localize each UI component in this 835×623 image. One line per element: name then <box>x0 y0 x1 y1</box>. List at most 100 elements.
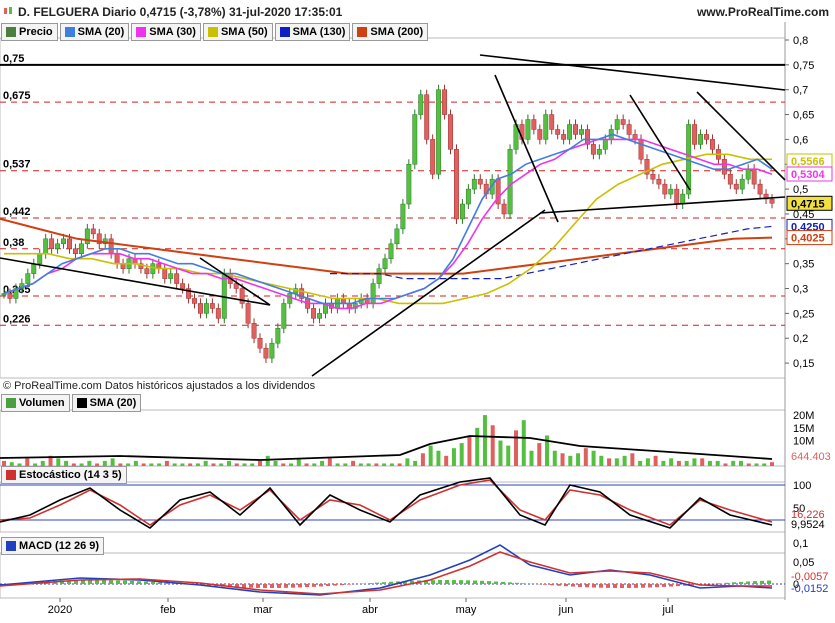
macd-hist-bar <box>305 584 309 587</box>
price-legend-label: SMA (50) <box>221 26 268 38</box>
price-tag-label: 0,5566 <box>791 156 825 168</box>
y-tick-label: 0,35 <box>793 259 814 271</box>
candle-body <box>734 184 738 189</box>
site-link[interactable]: www.ProRealTime.com <box>697 5 829 19</box>
volume-bar <box>336 463 340 466</box>
macd-hist-bar <box>760 581 764 584</box>
price-legend: Precio SMA (20) SMA (30) SMA (50) SMA (130)S… <box>1 23 428 41</box>
volume-bar <box>483 415 487 466</box>
volume-bar <box>211 463 215 466</box>
macd-hist-bar <box>557 584 561 586</box>
stoch-last-label: 9,9524 <box>791 519 825 531</box>
volume-bar <box>111 458 115 466</box>
volume-bar <box>731 461 735 466</box>
y-tick-label: 0,7 <box>793 85 808 97</box>
candle-body <box>407 164 411 204</box>
macd-hist-bar <box>662 584 666 587</box>
candle-body <box>680 194 684 204</box>
candle-body <box>198 303 202 313</box>
candle-body <box>145 269 149 274</box>
level-label: 0,442 <box>3 206 31 218</box>
y-tick-label: 0,25 <box>793 308 814 320</box>
volume-legend-item[interactable]: SMA (20) <box>72 394 142 412</box>
price-legend-label: SMA (30) <box>149 26 196 38</box>
volume-bar <box>312 463 316 466</box>
volume-bar <box>700 458 704 466</box>
chart-type-icon[interactable] <box>3 6 14 16</box>
macd-hist-bar <box>249 584 253 588</box>
x-tick-label: may <box>456 604 477 616</box>
macd-hist-bar <box>515 583 519 584</box>
candle-body <box>234 284 238 289</box>
macd-tick-label: 0,05 <box>793 557 814 569</box>
volume-bar <box>274 461 278 466</box>
level-label: 0,38 <box>3 237 24 249</box>
macd-last-label: -0,0152 <box>791 583 828 595</box>
candle-body <box>615 120 619 130</box>
volume-bar <box>708 461 712 466</box>
volume-legend-swatch <box>6 398 16 408</box>
volume-bar <box>157 463 161 466</box>
volume-bar <box>491 425 495 466</box>
volume-bar <box>467 435 471 466</box>
macd-hist-bar <box>501 582 505 584</box>
y-tick-label: 0,75 <box>793 60 814 72</box>
volume-legend-item[interactable]: Volumen <box>1 394 70 412</box>
volume-bar <box>669 458 673 466</box>
price-legend-item[interactable]: SMA (50) <box>203 23 273 41</box>
price-legend-label: SMA (20) <box>78 26 125 38</box>
candle-body <box>573 125 577 135</box>
macd-hist-bar <box>592 584 596 588</box>
macd-hist-bar <box>627 584 631 588</box>
candle-body <box>67 239 71 249</box>
volume-bar <box>374 463 378 466</box>
candle-body <box>627 125 631 135</box>
volume-bar <box>359 463 363 466</box>
volume-bar <box>188 463 192 466</box>
sma30-line <box>4 139 772 308</box>
price-legend-item[interactable]: SMA (30) <box>131 23 201 41</box>
candle-body <box>692 125 696 145</box>
x-tick-label: feb <box>160 604 175 616</box>
trend-line <box>312 210 545 376</box>
macd-hist-bar <box>109 580 113 584</box>
volume-bar <box>716 461 720 466</box>
y-tick-label: 0,5 <box>793 184 808 196</box>
candle-body <box>26 274 30 284</box>
volume-bar <box>654 456 658 466</box>
candle-body <box>413 115 417 165</box>
macd-hist-bar <box>291 584 295 588</box>
volume-bar <box>475 428 479 466</box>
stoch-signal-line <box>0 480 772 525</box>
candle-body <box>508 149 512 214</box>
x-tick-label: mar <box>254 604 273 616</box>
data-source-note: © ProRealTime.com Datos históricos ajust… <box>3 380 315 392</box>
candle-body <box>61 239 65 244</box>
x-tick-label: jul <box>661 604 673 616</box>
volume-bar <box>568 456 572 466</box>
volume-bar <box>770 462 774 466</box>
volume-bar <box>692 458 696 466</box>
macd-hist-bar <box>382 582 386 584</box>
candle-body <box>550 115 554 130</box>
volume-bar <box>142 463 146 466</box>
price-legend-item[interactable]: SMA (130) <box>275 23 351 41</box>
macd-hist-bar <box>606 584 610 588</box>
macd-hist-bar <box>725 583 729 584</box>
volume-bar <box>25 458 29 466</box>
stoch-legend-item[interactable]: Estocástico (14 3 5) <box>1 466 127 484</box>
macd-hist-bar <box>452 580 456 584</box>
price-legend-item[interactable]: SMA (200) <box>352 23 428 41</box>
price-legend-item[interactable]: Precio <box>1 23 58 41</box>
macd-hist-bar <box>256 584 260 588</box>
price-tag-label: 0,4025 <box>791 233 825 245</box>
price-legend-item[interactable]: SMA (20) <box>60 23 130 41</box>
macd-legend-item[interactable]: MACD (12 26 9) <box>1 537 104 555</box>
macd-hist-bar <box>613 584 617 588</box>
level-label: 0,675 <box>3 90 31 102</box>
candle-body <box>728 174 732 184</box>
volume-bar <box>646 458 650 466</box>
candle-body <box>91 229 95 234</box>
candle-body <box>555 129 559 134</box>
price-tag-label: 0,4715 <box>791 198 825 210</box>
